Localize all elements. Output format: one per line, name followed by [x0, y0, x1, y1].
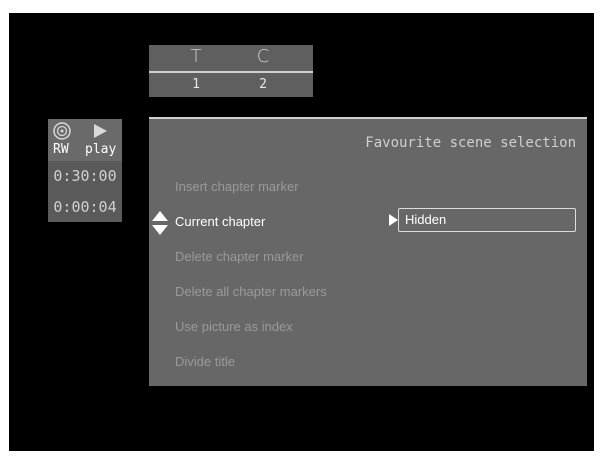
menu-item-use-picture-as-index[interactable]: Use picture as index — [175, 319, 293, 334]
menu-item-delete-all-chapter-markers[interactable]: Delete all chapter markers — [175, 284, 327, 299]
title-chapter-divider — [149, 71, 313, 73]
play-mode-label: play — [85, 142, 117, 157]
title-number: 1 — [192, 77, 200, 92]
elapsed-time: 0:00:04 — [53, 198, 117, 216]
play-icon — [94, 124, 107, 138]
menu-title: Favourite scene selection — [365, 135, 576, 151]
menu-item-delete-chapter-marker[interactable]: Delete chapter marker — [175, 249, 304, 264]
selection-arrow-icon — [389, 214, 398, 226]
chapter-number: 2 — [259, 77, 267, 92]
menu-item-current-chapter[interactable]: Current chapter — [175, 214, 265, 229]
title-label: T — [190, 46, 202, 67]
current-chapter-value: Hidden — [405, 212, 447, 227]
disc-type-label: RW — [53, 142, 69, 157]
menu-item-insert-chapter-marker[interactable]: Insert chapter marker — [175, 179, 299, 194]
disc-icon — [53, 122, 71, 140]
total-time: 0:30:00 — [53, 167, 117, 185]
chapter-label: C — [256, 46, 270, 67]
up-down-arrows-icon — [152, 211, 168, 235]
menu-item-divide-title[interactable]: Divide title — [175, 354, 235, 369]
